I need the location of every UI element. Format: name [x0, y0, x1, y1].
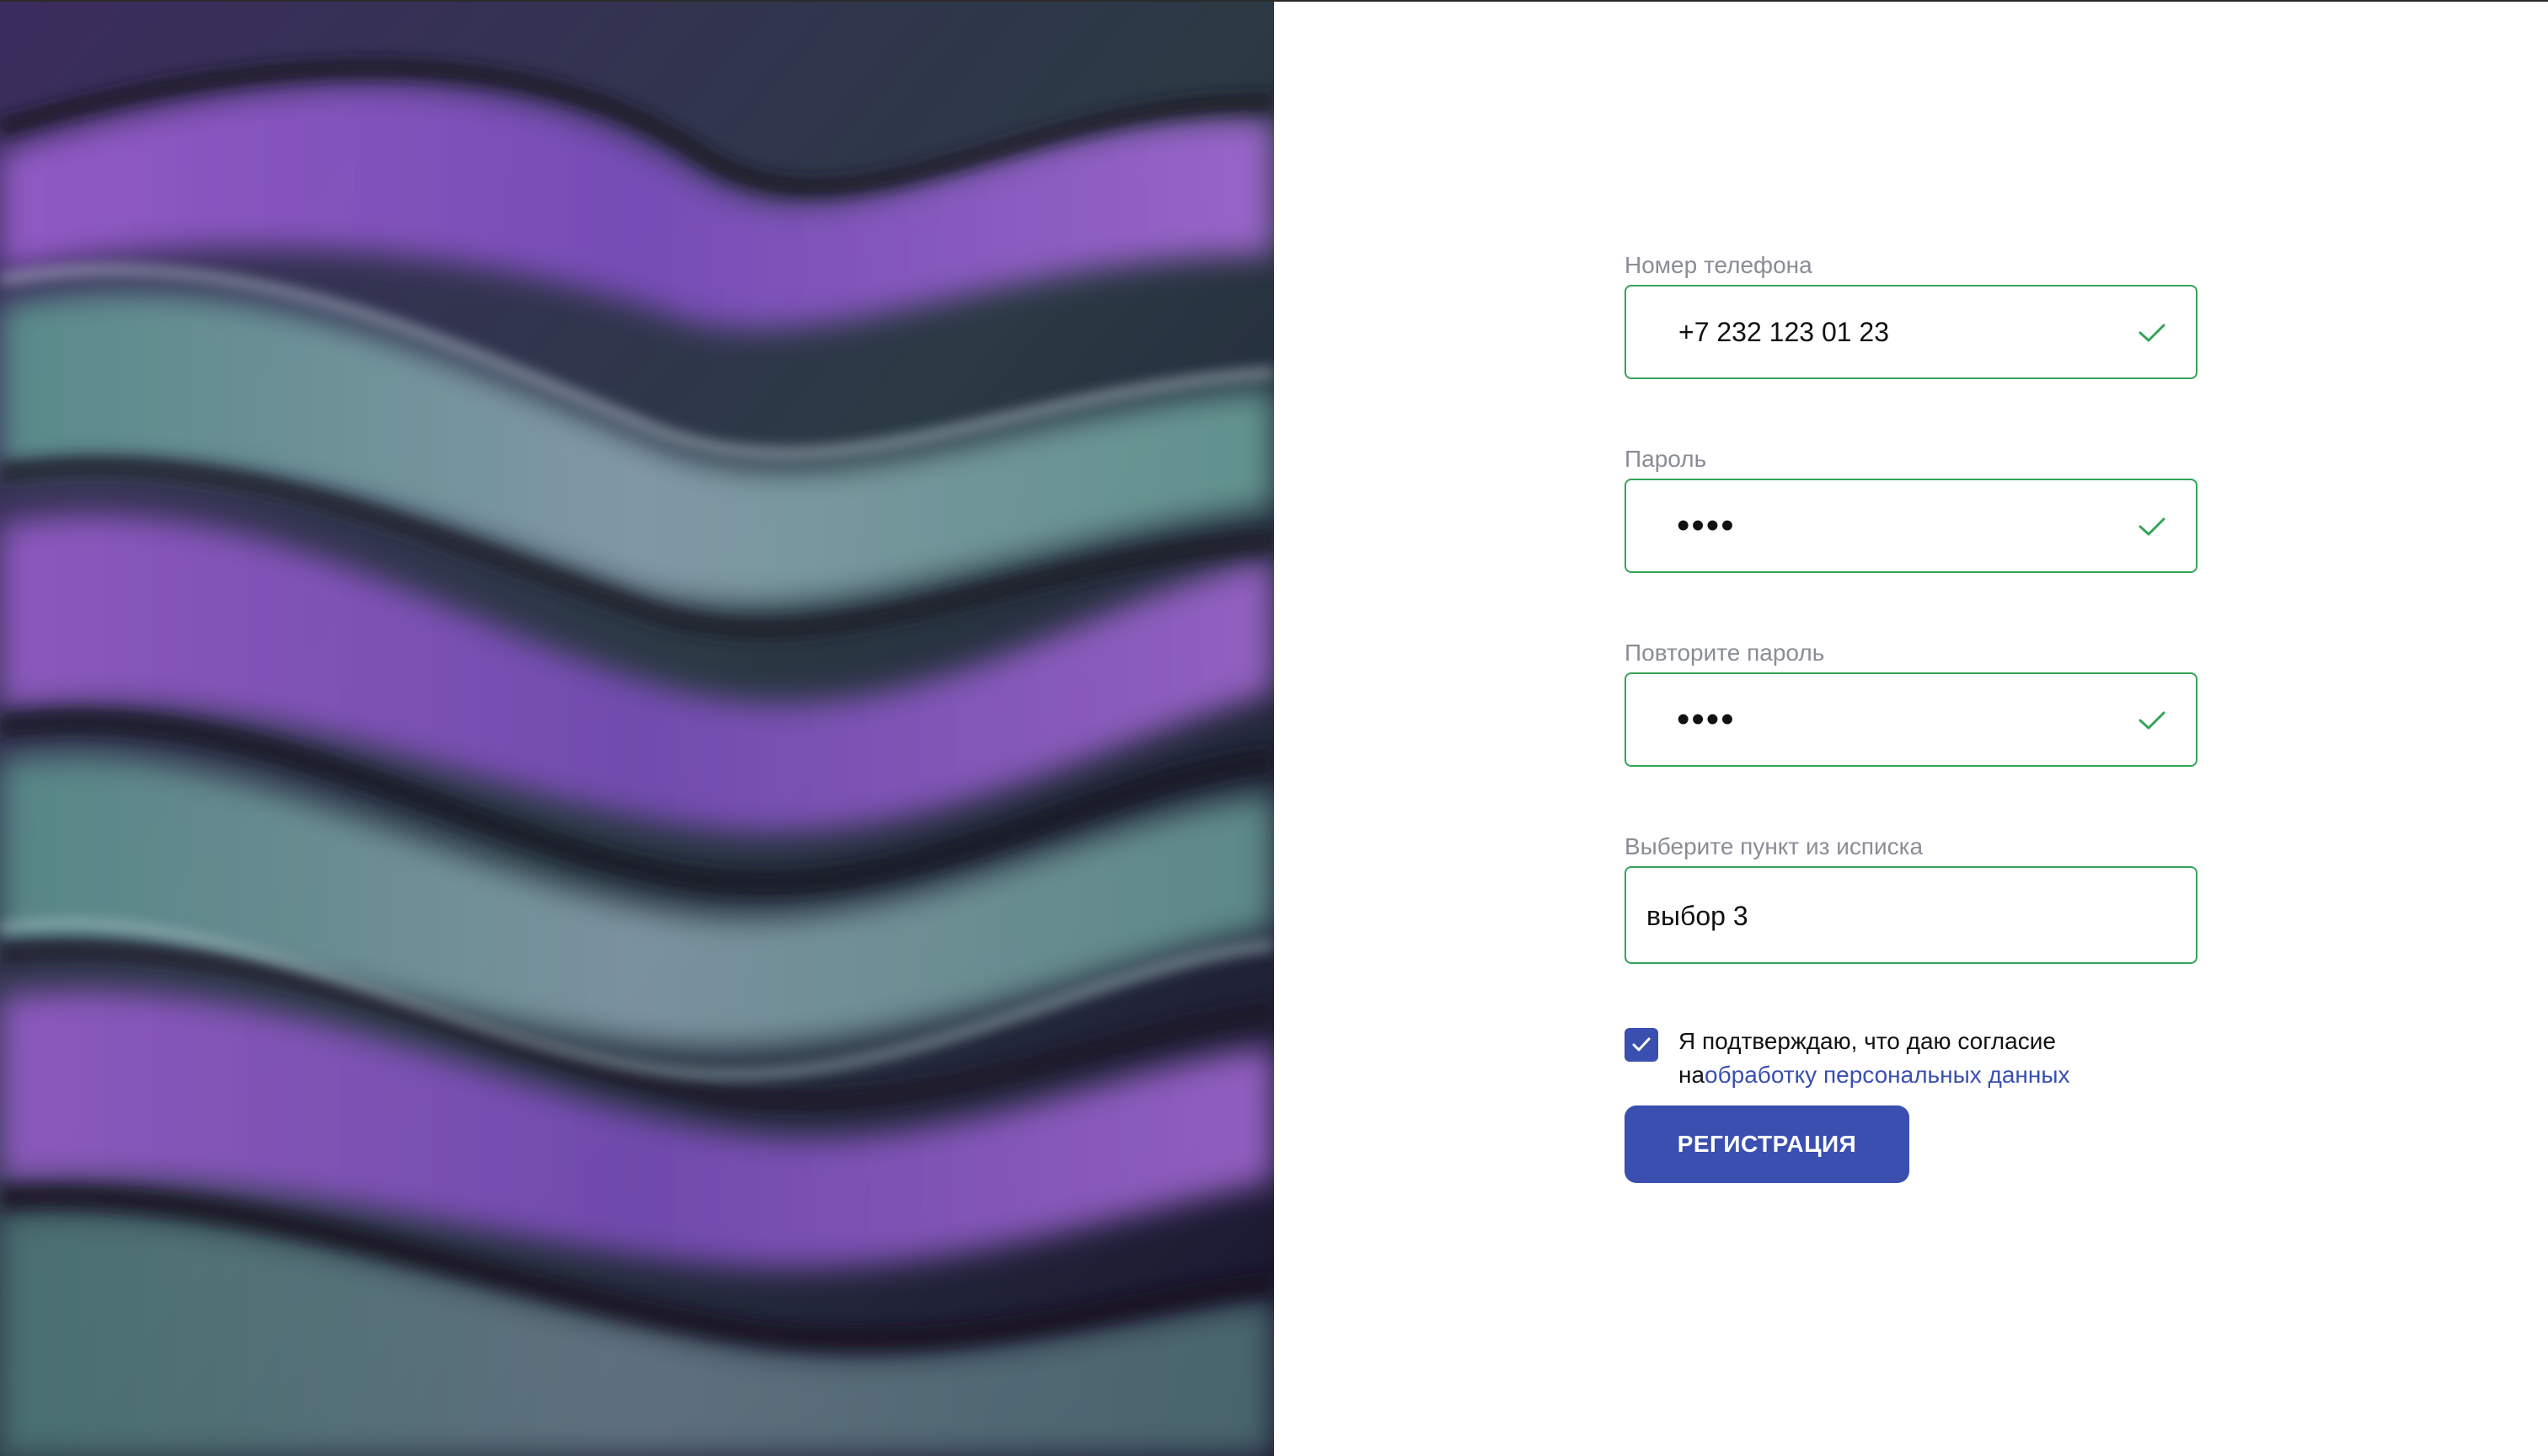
check-icon: [2138, 324, 2165, 342]
consent-text: Я подтверждаю, что даю согласие наобрабо…: [1678, 1025, 2184, 1092]
check-icon: [2138, 517, 2165, 536]
password-field: Пароль: [1625, 445, 2197, 573]
registration-page: Номер телефона Пароль: [0, 0, 2548, 1456]
confirm-password-input-box: [1625, 672, 2197, 767]
consent-checkbox[interactable]: [1625, 1028, 1658, 1062]
select-field: Выберите пункт из исписка выбор 3: [1625, 832, 2197, 964]
confirm-password-input[interactable]: [1628, 676, 2100, 763]
select-label: Выберите пункт из исписка: [1625, 833, 1924, 859]
consent-text-line1: Я подтверждаю, что даю согласие: [1678, 1028, 2056, 1054]
phone-input-box: [1625, 285, 2197, 379]
registration-form-fields: Пароль: [1625, 445, 2197, 573]
check-icon: [2138, 711, 2165, 730]
confirm-password-field: Повторите пароль: [1625, 639, 2197, 767]
phone-field: Номер телефона: [1625, 251, 2197, 379]
consent-text-prefix: на: [1678, 1062, 1705, 1088]
password-input-box: [1625, 479, 2197, 573]
personal-data-link[interactable]: обработку персональных данных: [1705, 1062, 2069, 1088]
phone-label: Номер телефона: [1625, 252, 1812, 278]
abstract-wave-background: [0, 2, 1274, 1456]
registration-form-bottom: Выберите пункт из исписка выбор 3 Я подт…: [1625, 832, 2197, 1183]
registration-form-confirm: Повторите пароль: [1625, 639, 2197, 767]
confirm-password-label: Повторите пароль: [1625, 640, 1825, 666]
hero-image: [0, 2, 1274, 1456]
select-dropdown[interactable]: выбор 3: [1625, 866, 2197, 964]
consent-row: Я подтверждаю, что даю согласие наобрабо…: [1625, 1023, 2197, 1090]
select-value: выбор 3: [1646, 901, 1748, 931]
register-button[interactable]: РЕГИСТРАЦИЯ: [1625, 1105, 1909, 1183]
checkmark-icon: [1632, 1037, 1651, 1052]
phone-input[interactable]: [1628, 288, 2100, 376]
password-label: Пароль: [1625, 446, 1707, 472]
registration-form: Номер телефона: [1625, 251, 2197, 477]
password-input[interactable]: [1628, 482, 2100, 570]
